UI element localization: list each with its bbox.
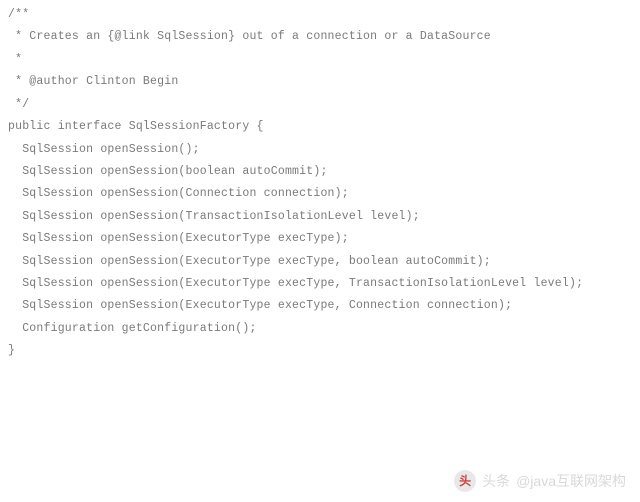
code-line: public interface SqlSessionFactory {: [8, 116, 632, 138]
code-line: SqlSession openSession(boolean autoCommi…: [8, 161, 632, 183]
code-line: SqlSession openSession(ExecutorType exec…: [8, 251, 632, 273]
code-line: * @author Clinton Begin: [8, 71, 632, 93]
code-line: SqlSession openSession(ExecutorType exec…: [8, 295, 632, 317]
code-block: /** * Creates an {@link SqlSession} out …: [0, 0, 640, 367]
code-line: *: [8, 49, 632, 71]
attribution-prefix: 头条: [482, 471, 510, 491]
toutiao-logo-icon: 头: [454, 470, 476, 492]
code-line: * Creates an {@link SqlSession} out of a…: [8, 26, 632, 48]
code-line: }: [8, 340, 632, 362]
code-line: SqlSession openSession(ExecutorType exec…: [8, 273, 632, 295]
code-line: */: [8, 94, 632, 116]
attribution-watermark: 头 头条 @java互联网架构: [454, 470, 626, 492]
code-line: Configuration getConfiguration();: [8, 318, 632, 340]
attribution-handle: @java互联网架构: [516, 471, 626, 491]
code-line: SqlSession openSession();: [8, 139, 632, 161]
code-line: SqlSession openSession(Connection connec…: [8, 183, 632, 205]
code-line: SqlSession openSession(ExecutorType exec…: [8, 228, 632, 250]
code-line: SqlSession openSession(TransactionIsolat…: [8, 206, 632, 228]
code-line: /**: [8, 4, 632, 26]
